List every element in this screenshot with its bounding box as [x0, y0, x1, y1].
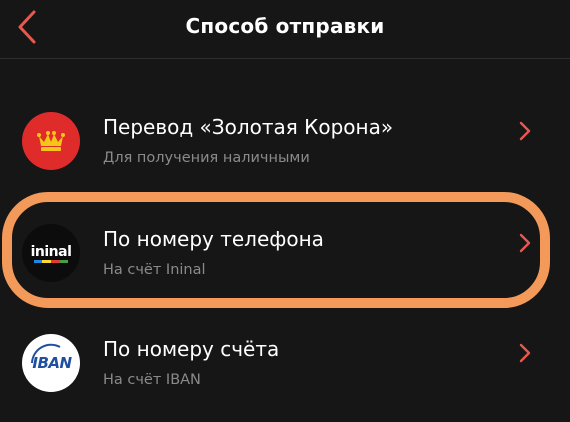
chevron-right-icon [519, 343, 531, 363]
item-subtitle: На счёт Ininal [103, 262, 206, 278]
iban-logo-text: IBAN [32, 354, 72, 372]
list-item-phone-number[interactable]: ininal По номеру телефона На счёт Ininal [0, 200, 570, 310]
list-item-golden-crown[interactable]: Перевод «Золотая Корона» Для получения н… [0, 88, 570, 198]
item-title: Перевод «Золотая Корона» [103, 115, 394, 139]
page-title: Способ отправки [185, 14, 385, 38]
item-subtitle: Для получения наличными [103, 150, 310, 166]
golden-crown-logo-icon [22, 112, 80, 170]
chevron-right-icon [519, 121, 531, 141]
chevron-right-icon [519, 233, 531, 253]
ininal-logo-text: ininal [31, 244, 72, 260]
item-title: По номеру телефона [103, 227, 324, 251]
item-title: По номеру счёта [103, 337, 280, 361]
iban-logo-icon: IBAN [22, 334, 80, 392]
list-item-account-number[interactable]: IBAN По номеру счёта На счёт IBAN [0, 310, 570, 420]
ininal-logo-icon: ininal [22, 224, 80, 282]
item-subtitle: На счёт IBAN [103, 372, 201, 388]
header-bar: Способ отправки [0, 0, 570, 59]
screen: Способ отправки Перевод «Золотая Корона»… [0, 0, 570, 422]
